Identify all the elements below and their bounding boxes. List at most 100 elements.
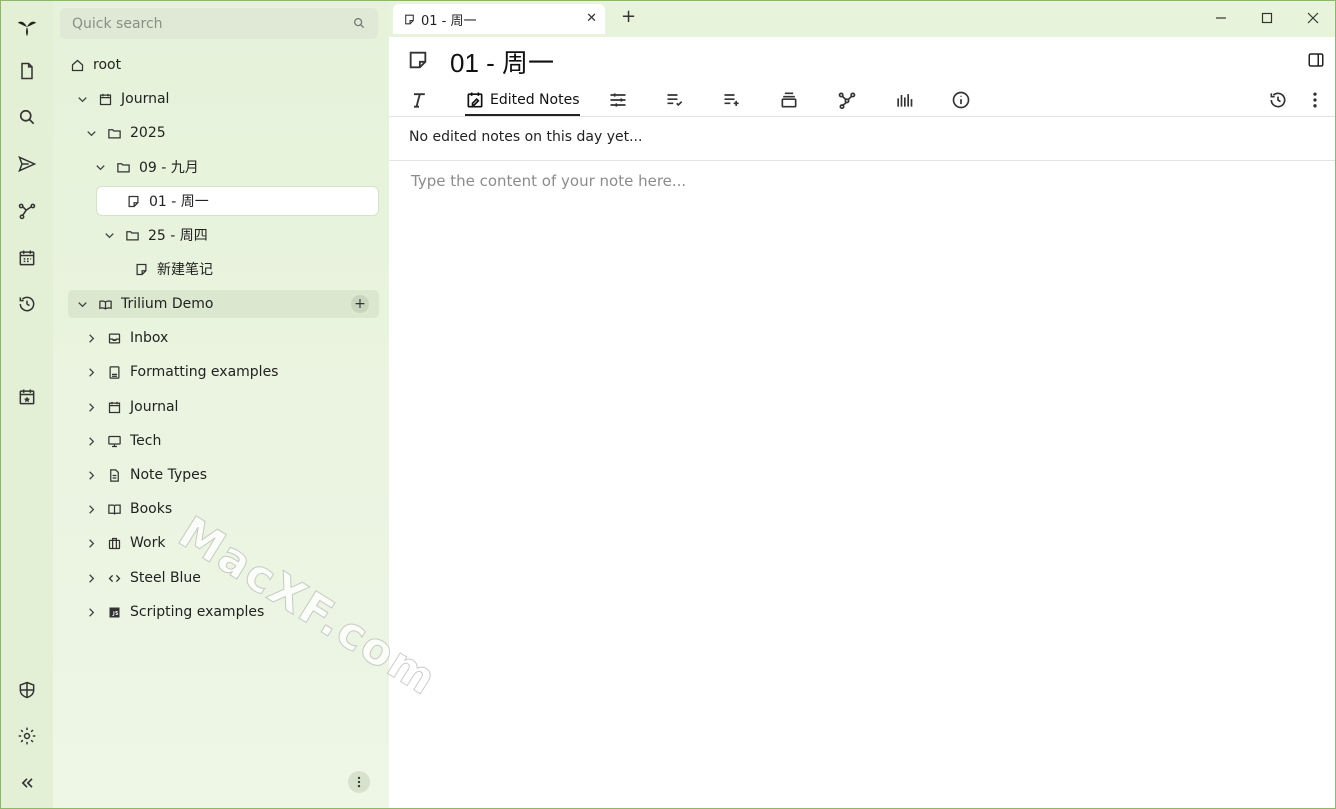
- close-tab-icon[interactable]: ✕: [586, 11, 597, 26]
- trilium-logo-icon[interactable]: [1, 7, 53, 47]
- settings-gear-icon[interactable]: [1, 716, 53, 756]
- chevron-right-icon[interactable]: [82, 534, 100, 552]
- chevron-down-icon[interactable]: [91, 158, 109, 176]
- tree-item-inbox[interactable]: Inbox: [82, 324, 369, 352]
- tree-item-formatting[interactable]: Formatting examples: [82, 358, 369, 386]
- folder-icon: [124, 227, 140, 243]
- stack-icon: [781, 92, 797, 108]
- note-properties-button[interactable]: [608, 86, 628, 114]
- note-type-icon[interactable]: [407, 49, 429, 71]
- tab-bar: 01 - 周一 ✕ +: [389, 1, 1335, 37]
- tree-item-label: Work: [130, 535, 166, 551]
- list-check-icon: [667, 94, 683, 107]
- chevron-down-icon[interactable]: [73, 295, 91, 313]
- note-icon: [405, 14, 414, 24]
- tree-item-trilium-demo[interactable]: Trilium Demo +: [68, 290, 379, 318]
- tree-menu-button[interactable]: [348, 771, 370, 793]
- tab-edited-notes[interactable]: Edited Notes: [465, 86, 580, 116]
- tree-item-label: 2025: [130, 125, 166, 141]
- bar-chart-icon: [897, 94, 913, 107]
- tree-item-2025[interactable]: 2025: [82, 119, 369, 147]
- note-revisions-button[interactable]: [1268, 86, 1288, 114]
- kebab-menu-icon: [357, 776, 361, 788]
- note-actions-menu-button[interactable]: [1305, 86, 1325, 114]
- tree-item-label: Inbox: [130, 330, 169, 346]
- note-title[interactable]: 01 - 周一: [450, 43, 554, 80]
- chevron-down-icon[interactable]: [100, 226, 118, 244]
- tree-item-day-01[interactable]: 01 - 周一: [97, 187, 378, 215]
- maximize-button[interactable]: [1255, 7, 1279, 29]
- javascript-icon: [106, 604, 122, 620]
- document-icon: [106, 364, 122, 380]
- info-icon: [952, 91, 970, 109]
- chevron-right-icon[interactable]: [82, 363, 100, 381]
- tree-item-label: 新建笔记: [157, 262, 213, 278]
- today-calendar-icon[interactable]: [1, 377, 53, 417]
- tree-item-day-25[interactable]: 25 - 周四: [100, 221, 369, 249]
- close-window-button[interactable]: [1301, 7, 1325, 29]
- chevron-right-icon[interactable]: [82, 398, 100, 416]
- tab-note[interactable]: 01 - 周一 ✕: [393, 4, 605, 34]
- tree-item-books[interactable]: Books: [82, 495, 369, 523]
- tree-item-label: root: [93, 57, 122, 73]
- note-map-button[interactable]: [837, 86, 857, 114]
- tree-item-steel-blue[interactable]: Steel Blue: [82, 564, 369, 592]
- send-icon[interactable]: [1, 144, 53, 184]
- chevron-down-icon[interactable]: [82, 124, 100, 142]
- tree-item-label: 25 - 周四: [148, 228, 208, 244]
- calendar-icon[interactable]: [1, 238, 53, 278]
- note-info-stats-button[interactable]: [894, 86, 914, 114]
- quick-search-placeholder: Quick search: [72, 15, 163, 32]
- tree-item-note-types[interactable]: Note Types: [82, 461, 369, 489]
- note-icon: [133, 261, 149, 277]
- chevron-right-icon[interactable]: [82, 603, 100, 621]
- graph-icon: [838, 92, 856, 110]
- owned-attributes-button[interactable]: [722, 86, 742, 114]
- tree-item-journal-demo[interactable]: Journal: [82, 393, 369, 421]
- add-child-note-button[interactable]: +: [351, 295, 369, 313]
- protected-session-icon[interactable]: [1, 670, 53, 710]
- tree-item-label: 09 - 九月: [139, 160, 199, 176]
- note-info-button[interactable]: [951, 86, 971, 114]
- code-icon: [106, 570, 122, 586]
- chevron-right-icon[interactable]: [82, 569, 100, 587]
- ribbon-toolbar: Edited Notes: [389, 83, 1335, 117]
- minimize-button[interactable]: [1209, 7, 1233, 29]
- tree-item-work[interactable]: Work: [82, 529, 369, 557]
- tree-item-label: 01 - 周一: [149, 194, 209, 210]
- sliders-icon: [610, 93, 626, 107]
- note-content-editor[interactable]: Type the content of your note here...: [411, 172, 686, 190]
- tree-item-label: Formatting examples: [130, 364, 279, 380]
- text-format-icon: [414, 93, 425, 108]
- tree-item-journal[interactable]: Journal: [73, 85, 369, 113]
- tree-item-label: Note Types: [130, 467, 208, 483]
- formatting-toolbar-button[interactable]: [409, 86, 429, 114]
- note-detail-area: 01 - 周一 ✕ + 01 - 周一 Edited Notes No edit…: [389, 1, 1335, 808]
- tree-item-root[interactable]: root: [69, 51, 369, 79]
- new-tab-button[interactable]: +: [621, 8, 636, 26]
- collapse-sidebar-icon[interactable]: [1, 763, 53, 803]
- calendar-icon: [106, 399, 122, 415]
- chevron-right-icon[interactable]: [82, 500, 100, 518]
- tree-item-scripting[interactable]: Scripting examples: [82, 598, 369, 626]
- quick-search-input[interactable]: Quick search: [60, 8, 378, 39]
- chevron-right-icon[interactable]: [82, 466, 100, 484]
- promoted-attributes-button[interactable]: [665, 86, 685, 114]
- recent-changes-icon[interactable]: [1, 284, 53, 324]
- monitor-icon: [106, 433, 122, 449]
- note-icon: [125, 193, 141, 209]
- chevron-down-icon[interactable]: [73, 90, 91, 108]
- search-icon[interactable]: [1, 97, 53, 137]
- calendar-edit-icon: [467, 92, 483, 108]
- chevron-right-icon[interactable]: [82, 329, 100, 347]
- folder-icon: [115, 159, 131, 175]
- toggle-right-pane-icon[interactable]: [1307, 51, 1325, 69]
- tree-item-tech[interactable]: Tech: [82, 427, 369, 455]
- tree-item-new-note[interactable]: 新建笔记: [133, 255, 369, 283]
- chevron-right-icon[interactable]: [82, 432, 100, 450]
- note-map-icon[interactable]: [1, 191, 53, 231]
- app-window: Quick search root Journal 2025 09 - 九月 0…: [0, 0, 1336, 809]
- new-note-icon[interactable]: [1, 51, 53, 91]
- tree-item-month[interactable]: 09 - 九月: [91, 153, 369, 181]
- inherited-attributes-button[interactable]: [779, 86, 799, 114]
